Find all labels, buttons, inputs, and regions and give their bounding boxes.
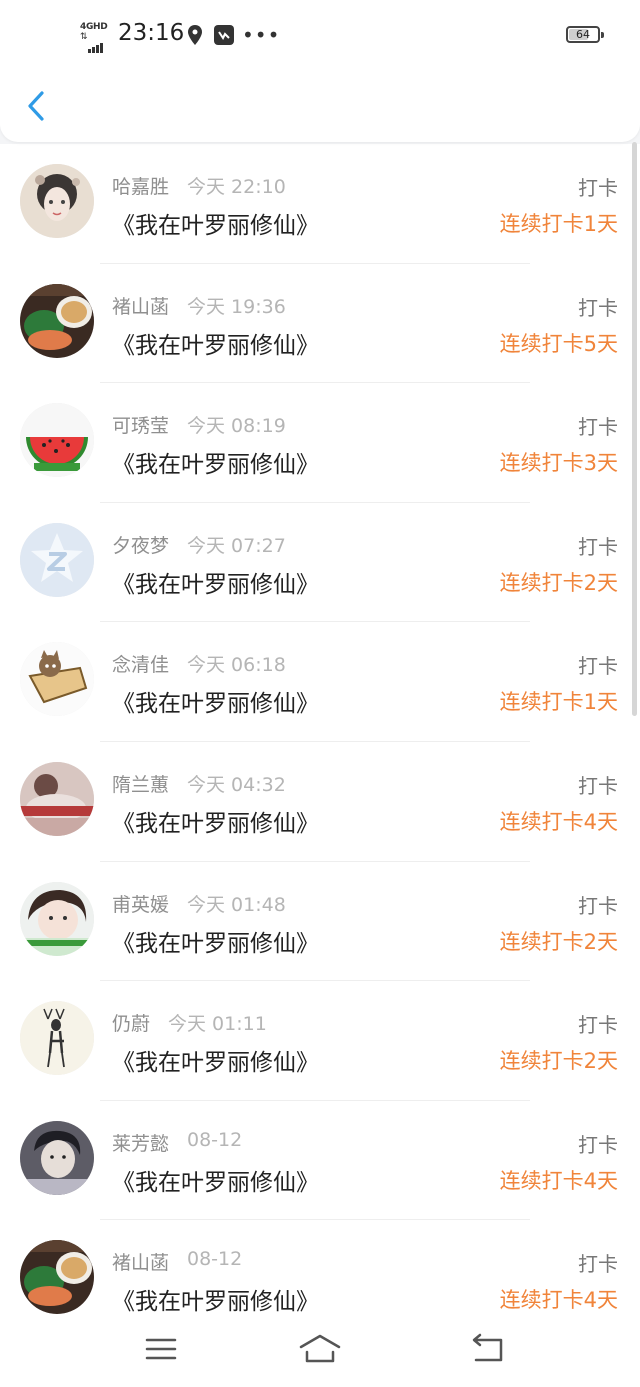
checkin-row[interactable]: 哈嘉胜 今天 22:10 《我在叶罗丽修仙》 打卡连续打卡1天 [0,144,640,264]
book-title[interactable]: 《我在叶罗丽修仙》 [112,924,319,958]
system-navigation-bar [0,1316,640,1387]
checkin-row[interactable]: 夕夜梦 今天 07:27 《我在叶罗丽修仙》 打卡连续打卡2天 [0,503,640,623]
checkin-row[interactable]: 甫英媛 今天 01:48 《我在叶罗丽修仙》 打卡连续打卡2天 [0,862,640,982]
avatar[interactable] [20,761,94,836]
user-name[interactable]: 褚山菡 [112,1248,169,1275]
checkin-label: 打卡 [578,415,618,440]
menu-button[interactable] [144,1332,178,1370]
user-name[interactable]: 念清佳 [112,650,169,677]
checkin-row[interactable]: 仍蔚 今天 01:11 《我在叶罗丽修仙》 打卡连续打卡2天 [0,981,640,1101]
checkin-time: 今天 08:19 [187,415,286,438]
checkin-time: 今天 19:36 [187,295,286,318]
streak-count: 连续打卡4天 [499,1288,618,1313]
book-title[interactable]: 《我在叶罗丽修仙》 [112,1163,319,1197]
streak-count: 连续打卡1天 [499,690,618,715]
avatar[interactable] [20,164,94,238]
avatar[interactable] [20,1120,94,1195]
streak-count: 连续打卡2天 [499,929,618,954]
checkin-label: 打卡 [578,773,618,798]
checkin-label: 打卡 [578,1132,618,1157]
clock: 23:16 [118,20,185,46]
book-title[interactable]: 《我在叶罗丽修仙》 [112,445,319,479]
battery-icon: 64 [566,26,604,43]
battery-level: 64 [576,28,590,41]
checkin-row[interactable]: 念清佳 今天 06:18 《我在叶罗丽修仙》 打卡连续打卡1天 [0,622,640,742]
checkin-time: 今天 07:27 [187,534,286,557]
streak-count: 连续打卡5天 [499,331,618,356]
user-name[interactable]: 夕夜梦 [112,531,169,558]
user-name[interactable]: 莱芳懿 [112,1129,169,1156]
user-name[interactable]: 甫英媛 [112,890,169,917]
network-type: 4GHD [80,22,108,32]
checkin-label: 打卡 [578,1252,618,1277]
user-name[interactable]: 隋兰蕙 [112,770,169,797]
home-icon [299,1334,341,1363]
book-title[interactable]: 《我在叶罗丽修仙》 [112,206,319,240]
checkin-label: 打卡 [578,176,618,200]
checkin-label: 打卡 [578,1013,618,1038]
checkin-row[interactable]: 可琇莹 今天 08:19 《我在叶罗丽修仙》 打卡连续打卡3天 [0,383,640,503]
book-title[interactable]: 《我在叶罗丽修仙》 [112,565,319,599]
checkin-label: 打卡 [578,893,618,918]
checkin-time: 今天 01:11 [168,1013,267,1036]
back-button[interactable] [20,88,56,124]
user-name[interactable]: 仍蔚 [112,1009,150,1036]
checkin-label: 打卡 [578,295,618,320]
user-name[interactable]: 可琇莹 [112,411,169,438]
book-title[interactable]: 《我在叶罗丽修仙》 [112,1043,319,1077]
streak-count: 连续打卡3天 [499,451,618,476]
streak-count: 连续打卡2天 [499,1049,618,1074]
avatar[interactable] [20,1240,94,1315]
more-dots-icon: ••• [242,23,281,47]
book-title[interactable]: 《我在叶罗丽修仙》 [112,804,319,838]
checkin-row[interactable]: 褚山菡 今天 19:36 《我在叶罗丽修仙》 打卡连续打卡5天 [0,264,640,384]
checkin-time: 08-12 [187,1128,243,1151]
book-title[interactable]: 《我在叶罗丽修仙》 [112,326,319,360]
checkin-time: 今天 06:18 [187,654,286,677]
status-bar: 4GHD ⇅ 23:16 ••• 64 [0,0,640,70]
book-title[interactable]: 《我在叶罗丽修仙》 [112,1282,319,1316]
avatar[interactable] [20,283,94,358]
streak-count: 连续打卡1天 [499,212,618,236]
avatar[interactable] [20,522,94,597]
signal-bars-icon [88,34,104,53]
back-icon [472,1333,503,1362]
checkin-time: 今天 01:48 [187,893,286,916]
home-button[interactable] [298,1332,342,1370]
avatar[interactable] [20,403,94,478]
book-title[interactable]: 《我在叶罗丽修仙》 [112,684,319,718]
checkin-row[interactable]: 莱芳懿 08-12 《我在叶罗丽修仙》 打卡连续打卡4天 [0,1101,640,1221]
checkin-label: 打卡 [578,534,618,559]
checkin-time: 08-12 [187,1248,243,1271]
checkin-time: 今天 22:10 [187,176,286,198]
streak-count: 连续打卡4天 [499,1168,618,1193]
network-indicator: 4GHD ⇅ [80,22,112,53]
checkin-time: 今天 04:32 [187,773,286,796]
checkin-row[interactable]: 褚山菡 08-12 《我在叶罗丽修仙》 打卡连续打卡4天 [0,1220,640,1316]
avatar[interactable] [20,881,94,956]
checkin-label: 打卡 [578,654,618,679]
menu-icon [145,1338,177,1360]
location-pin-icon [188,25,202,49]
back-nav-button[interactable] [470,1332,506,1370]
top-navigation [0,70,640,142]
user-name[interactable]: 褚山菡 [112,292,169,319]
chevron-left-icon [28,91,44,121]
user-name[interactable]: 哈嘉胜 [112,172,169,199]
streak-count: 连续打卡4天 [499,809,618,834]
checkin-row[interactable]: 隋兰蕙 今天 04:32 《我在叶罗丽修仙》 打卡连续打卡4天 [0,742,640,862]
checkin-list: 哈嘉胜 今天 22:10 《我在叶罗丽修仙》 打卡 连续打卡1天 褚山菡 今天 19:36 《… [0,144,640,1316]
avatar[interactable] [20,1001,94,1076]
streak-count: 连续打卡2天 [499,570,618,595]
scrollbar[interactable] [632,142,637,716]
avatar[interactable] [20,642,94,717]
app-notification-icon [214,25,234,49]
data-arrows-icon: ⇅ [80,32,88,42]
